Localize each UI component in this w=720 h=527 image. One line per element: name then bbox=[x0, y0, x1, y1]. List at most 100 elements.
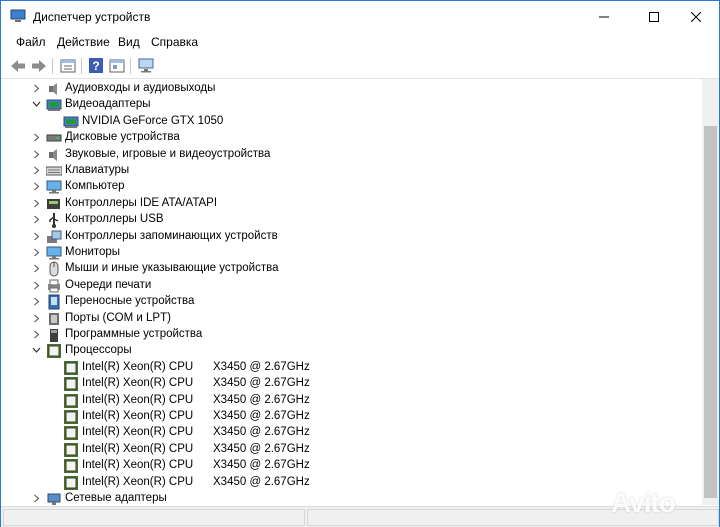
expand-chevron-icon[interactable] bbox=[31, 165, 42, 176]
device-label: Intel(R) Xeon(R) CPU bbox=[82, 360, 194, 373]
menu-view[interactable]: Вид bbox=[118, 35, 140, 49]
view-button[interactable] bbox=[108, 57, 126, 74]
tree-category[interactable]: Контроллеры IDE ATA/ATAPI bbox=[1, 196, 701, 212]
monitor-icon bbox=[46, 245, 62, 261]
category-label: Контроллеры запоминающих устройств bbox=[65, 229, 278, 242]
tree-device[interactable]: Intel(R) Xeon(R) CPU X3450 @ 2.67GHz bbox=[1, 475, 701, 491]
tree-category[interactable]: Видеоадаптеры bbox=[1, 97, 701, 113]
cpu-icon bbox=[63, 360, 79, 376]
tree-category[interactable]: Мониторы bbox=[1, 245, 701, 261]
title-bar: Диспетчер устройств bbox=[1, 1, 719, 33]
expand-chevron-icon[interactable] bbox=[31, 231, 42, 242]
tree-category[interactable]: Контроллеры запоминающих устройств bbox=[1, 229, 701, 245]
cpu-icon bbox=[63, 442, 79, 458]
storage-controller-icon bbox=[46, 229, 62, 245]
port-icon bbox=[46, 311, 62, 327]
device-tree: Аудиовходы и аудиовыходы Видеоадаптеры NVI… bbox=[1, 79, 701, 505]
category-label: Мониторы bbox=[65, 246, 121, 258]
tree-device[interactable]: Intel(R) Xeon(R) CPU X3450 @ 2.67GHz bbox=[1, 425, 701, 441]
tree-category[interactable]: Очереди печати bbox=[1, 278, 701, 294]
disk-icon bbox=[46, 130, 62, 146]
tree-category[interactable]: Мыши и иные указывающие устройства bbox=[1, 261, 701, 277]
menu-bar: Файл Действие Вид Справка bbox=[1, 33, 719, 53]
cpu-icon bbox=[63, 393, 79, 409]
tree-category[interactable]: Переносные устройства bbox=[1, 294, 701, 310]
view-icon bbox=[109, 59, 125, 72]
category-label: Клавиатуры bbox=[65, 164, 130, 176]
expand-chevron-icon[interactable] bbox=[31, 493, 42, 504]
tree-category[interactable]: Компьютер bbox=[1, 179, 701, 195]
collapse-chevron-icon[interactable] bbox=[31, 99, 42, 110]
device-label: Intel(R) Xeon(R) CPU bbox=[82, 459, 194, 472]
expand-chevron-icon[interactable] bbox=[31, 329, 42, 340]
mouse-icon bbox=[46, 261, 62, 277]
cpu-icon bbox=[63, 425, 79, 441]
back-button[interactable] bbox=[9, 57, 27, 74]
tree-category[interactable]: Сетевые адаптеры bbox=[1, 491, 701, 505]
category-label: Аудиовходы и аудиовыходы bbox=[65, 82, 216, 94]
device-label: Intel(R) Xeon(R) CPU bbox=[82, 426, 194, 439]
help-icon: ? bbox=[89, 58, 103, 73]
tree-category[interactable]: Порты (COM и LPT) bbox=[1, 311, 701, 327]
menu-action[interactable]: Действие bbox=[57, 35, 110, 49]
expand-chevron-icon[interactable] bbox=[31, 263, 42, 274]
device-label: Intel(R) Xeon(R) CPU bbox=[82, 442, 194, 455]
scrollbar-thumb[interactable] bbox=[704, 126, 717, 498]
network-adapter-icon bbox=[46, 491, 62, 505]
device-model: X3450 @ 2.67GHz bbox=[213, 442, 310, 455]
tree-device[interactable]: NVIDIA GeForce GTX 1050 bbox=[1, 114, 701, 130]
expand-chevron-icon[interactable] bbox=[31, 132, 42, 143]
menu-file[interactable]: Файл bbox=[16, 35, 46, 49]
category-label: Компьютер bbox=[65, 180, 125, 193]
tree-device[interactable]: Intel(R) Xeon(R) CPU X3450 @ 2.67GHz bbox=[1, 409, 701, 425]
usb-icon bbox=[46, 212, 62, 229]
tree-category[interactable]: Дисковые устройства bbox=[1, 130, 701, 146]
forward-button[interactable] bbox=[30, 57, 48, 74]
expand-chevron-icon[interactable] bbox=[31, 247, 42, 258]
tree-category[interactable]: Контроллеры USB bbox=[1, 212, 701, 229]
maximize-button[interactable] bbox=[631, 1, 677, 33]
device-label: Intel(R) Xeon(R) CPU bbox=[82, 410, 194, 422]
expand-chevron-icon[interactable] bbox=[31, 214, 42, 225]
toolbar-separator bbox=[81, 58, 82, 74]
collapse-chevron-icon[interactable] bbox=[31, 345, 42, 356]
expand-chevron-icon[interactable] bbox=[31, 181, 42, 192]
window-title: Диспетчер устройств bbox=[33, 10, 151, 24]
cpu-icon bbox=[63, 376, 79, 392]
back-arrow-icon bbox=[11, 59, 25, 72]
cpu-icon bbox=[46, 343, 62, 359]
device-manager-window: Диспетчер устройств Файл Действие Вид Сп… bbox=[0, 0, 720, 527]
device-model: X3450 @ 2.67GHz bbox=[213, 393, 310, 406]
device-model: X3450 @ 2.67GHz bbox=[213, 459, 310, 472]
help-button[interactable]: ? bbox=[87, 57, 105, 74]
properties-button[interactable] bbox=[59, 57, 77, 74]
minimize-button[interactable] bbox=[581, 1, 627, 33]
menu-help[interactable]: Справка bbox=[151, 35, 198, 49]
display-adapter-icon bbox=[46, 97, 62, 113]
tree-category[interactable]: Аудиовходы и аудиовыходы bbox=[1, 81, 701, 97]
category-label: Переносные устройства bbox=[65, 295, 195, 308]
scan-hardware-button[interactable] bbox=[137, 57, 155, 74]
device-label: NVIDIA GeForce GTX 1050 bbox=[82, 114, 224, 127]
expand-chevron-icon[interactable] bbox=[31, 280, 42, 291]
expand-chevron-icon[interactable] bbox=[31, 296, 42, 307]
tree-category[interactable]: Клавиатуры bbox=[1, 163, 701, 179]
expand-chevron-icon[interactable] bbox=[31, 198, 42, 209]
speaker-icon bbox=[46, 147, 62, 163]
tree-device[interactable]: Intel(R) Xeon(R) CPU X3450 @ 2.67GHz bbox=[1, 458, 701, 474]
vertical-scrollbar[interactable] bbox=[702, 79, 719, 505]
tree-device[interactable]: Intel(R) Xeon(R) CPU X3450 @ 2.67GHz bbox=[1, 376, 701, 392]
device-model: X3450 @ 2.67GHz bbox=[213, 475, 310, 488]
expand-chevron-icon[interactable] bbox=[31, 83, 42, 94]
tree-device[interactable]: Intel(R) Xeon(R) CPU X3450 @ 2.67GHz bbox=[1, 442, 701, 458]
category-label: Дисковые устройства bbox=[65, 131, 180, 144]
tree-category[interactable]: Звуковые, игровые и видеоустройства bbox=[1, 147, 701, 163]
expand-chevron-icon[interactable] bbox=[31, 149, 42, 160]
category-label: Порты (COM и LPT) bbox=[65, 311, 171, 324]
tree-device[interactable]: Intel(R) Xeon(R) CPU X3450 @ 2.67GHz bbox=[1, 360, 701, 376]
close-button[interactable] bbox=[673, 1, 719, 33]
tree-category[interactable]: Процессоры bbox=[1, 343, 701, 359]
expand-chevron-icon[interactable] bbox=[31, 313, 42, 324]
tree-device[interactable]: Intel(R) Xeon(R) CPU X3450 @ 2.67GHz bbox=[1, 393, 701, 409]
tree-category[interactable]: Программные устройства bbox=[1, 327, 701, 343]
